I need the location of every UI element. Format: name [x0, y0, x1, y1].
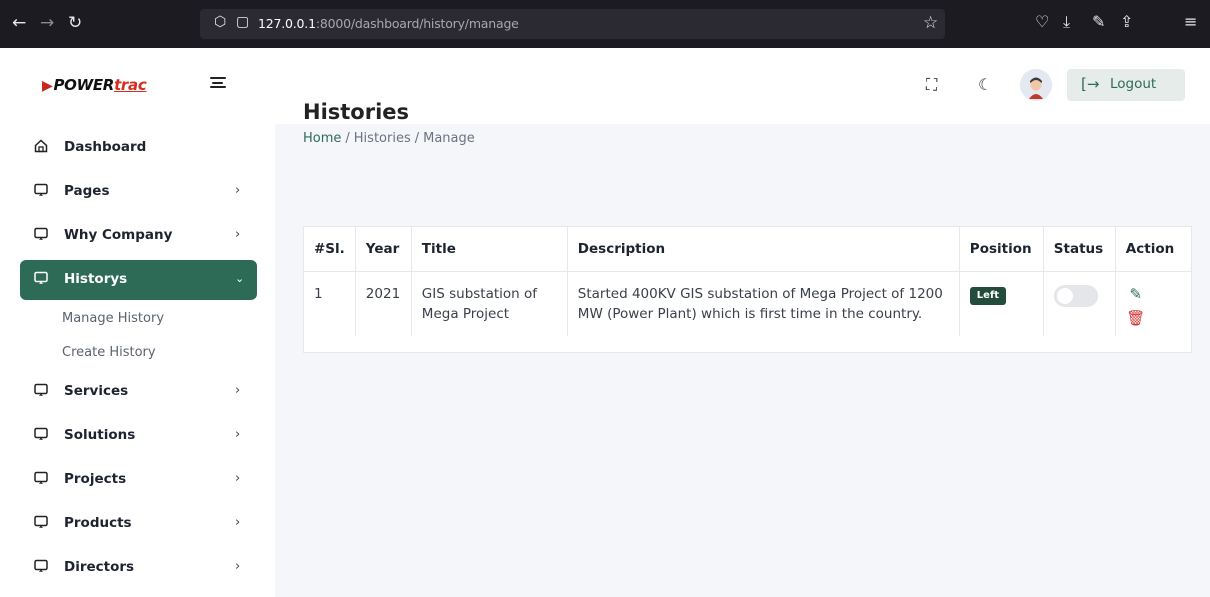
edit-icon[interactable]: ✎	[1126, 284, 1146, 304]
dark-mode-moon-icon[interactable]: ☾	[978, 75, 992, 94]
fullscreen-icon[interactable]: ⛶	[926, 75, 937, 95]
monitor-icon	[34, 559, 48, 573]
cell-year: 2021	[355, 271, 412, 336]
sidebar-item-label: Historys	[64, 271, 128, 287]
sidebar-item-label: Pages	[64, 183, 110, 199]
position-badge: Left	[969, 286, 1007, 305]
sidebar-item-label: Why Company	[64, 227, 173, 243]
monitor-icon	[34, 271, 48, 285]
sidebar-item-label: Dashboard	[64, 139, 147, 155]
submenu-manage-history[interactable]: Manage History	[62, 311, 164, 326]
chevron-right-icon: ›	[235, 559, 241, 574]
logo-text: POWER	[53, 76, 115, 94]
pocket-icon[interactable]: ♡	[1035, 12, 1049, 31]
sidebar: ▶POWERtrac Dashboard Pages › Why Company › Hi…	[0, 48, 275, 597]
monitor-icon	[34, 227, 48, 241]
shield-icon[interactable]: ⬡	[214, 14, 226, 30]
sidebar-item-label: Solutions	[64, 427, 136, 443]
sidebar-item-projects[interactable]: Projects ›	[20, 460, 257, 500]
sidebar-item-label: Services	[64, 383, 129, 399]
histories-table-card: #Sl. Year Title Description Position Sta…	[303, 226, 1192, 353]
col-header-action: Action	[1115, 227, 1191, 272]
back-arrow-icon[interactable]: ←	[12, 12, 26, 34]
sidebar-item-services[interactable]: Services ›	[20, 372, 257, 412]
chevron-down-icon: ⌄	[235, 272, 245, 285]
url-path: :8000/dashboard/history/manage	[315, 16, 519, 31]
logout-icon: [→	[1081, 75, 1100, 93]
cell-sl: 1	[304, 271, 356, 336]
breadcrumb-current: Manage	[423, 131, 475, 146]
sidebar-item-pages[interactable]: Pages ›	[20, 172, 257, 212]
chevron-right-icon: ›	[235, 427, 241, 442]
monitor-icon	[34, 383, 48, 397]
breadcrumb-home[interactable]: Home	[303, 131, 341, 146]
logo[interactable]: ▶POWERtrac	[42, 76, 147, 94]
cell-title: GIS substation of Mega Project	[411, 271, 568, 336]
chevron-right-icon: ›	[235, 183, 241, 198]
logo-accent-text: trac	[114, 76, 147, 94]
table-header-row: #Sl. Year Title Description Position Sta…	[304, 227, 1191, 272]
reload-icon[interactable]: ↻	[68, 12, 82, 34]
home-icon	[34, 139, 48, 153]
url-host: 127.0.0.1	[258, 16, 316, 31]
sidebar-item-directors[interactable]: Directors ›	[20, 548, 257, 588]
page-title: Histories	[303, 100, 410, 124]
trash-icon[interactable]: 🗑	[1126, 308, 1146, 328]
sidebar-item-label: Projects	[64, 471, 127, 487]
monitor-icon	[34, 471, 48, 485]
topbar: ⛶ ☾ [→ Logout	[275, 48, 1210, 124]
monitor-icon	[34, 183, 48, 197]
sidebar-item-why-company[interactable]: Why Company ›	[20, 216, 257, 256]
app-menu-icon[interactable]: ≡	[1184, 12, 1197, 31]
breadcrumb: Home / Histories / Manage	[303, 131, 475, 146]
page-icon: ▢	[236, 14, 250, 30]
monitor-icon	[34, 427, 48, 441]
sidebar-item-label: Directors	[64, 559, 135, 575]
sidebar-item-label: Products	[64, 515, 132, 531]
col-header-status: Status	[1043, 227, 1116, 272]
brand: ▶POWERtrac	[0, 48, 275, 124]
logout-button[interactable]: [→ Logout	[1067, 69, 1185, 101]
app-root: ▶POWERtrac Dashboard Pages › Why Company › Hi…	[0, 48, 1210, 597]
cell-description: Started 400KV GIS substation of Mega Pro…	[567, 271, 960, 336]
chevron-right-icon: ›	[235, 471, 241, 486]
sidebar-item-solutions[interactable]: Solutions ›	[20, 416, 257, 456]
share-icon[interactable]: ⇪	[1120, 12, 1133, 31]
cell-action: ✎ 🗑	[1115, 271, 1191, 336]
wrench-icon[interactable]: ✎	[1092, 12, 1105, 31]
col-header-year: Year	[355, 227, 412, 272]
status-toggle[interactable]	[1053, 284, 1098, 307]
col-header-sl: #Sl.	[304, 227, 356, 272]
avatar[interactable]	[1020, 69, 1052, 101]
breadcrumb-histories[interactable]: Histories	[354, 131, 411, 146]
address-bar[interactable]: ⬡ ▢ 127.0.0.1:8000/dashboard/history/man…	[200, 9, 945, 39]
sidebar-item-products[interactable]: Products ›	[20, 504, 257, 544]
cell-position: Left	[959, 271, 1044, 336]
download-icon[interactable]: ⤓	[1063, 12, 1070, 32]
submenu-create-history[interactable]: Create History	[62, 345, 156, 360]
browser-toolbar: ← → ↻ ⬡ ▢ 127.0.0.1:8000/dashboard/histo…	[0, 0, 1210, 48]
bookmark-star-icon[interactable]: ☆	[923, 13, 938, 33]
sidebar-item-historys[interactable]: Historys ⌄	[20, 260, 257, 300]
cell-status	[1043, 271, 1116, 336]
col-header-description: Description	[567, 227, 960, 272]
sidebar-item-dashboard[interactable]: Dashboard	[20, 128, 257, 168]
hamburger-menu-icon[interactable]	[210, 77, 226, 91]
url-text[interactable]: 127.0.0.1:8000/dashboard/history/manage	[258, 16, 519, 31]
monitor-icon	[34, 515, 48, 529]
histories-table: #Sl. Year Title Description Position Sta…	[304, 227, 1191, 336]
forward-arrow-icon[interactable]: →	[40, 12, 54, 34]
logout-label: Logout	[1110, 76, 1157, 92]
col-header-position: Position	[959, 227, 1044, 272]
chevron-right-icon: ›	[235, 515, 241, 530]
logo-mark-icon: ▶	[42, 78, 53, 94]
chevron-right-icon: ›	[235, 383, 241, 398]
chevron-right-icon: ›	[235, 227, 241, 242]
col-header-title: Title	[411, 227, 568, 272]
table-row: 1 2021 GIS substation of Mega Project St…	[304, 271, 1191, 336]
